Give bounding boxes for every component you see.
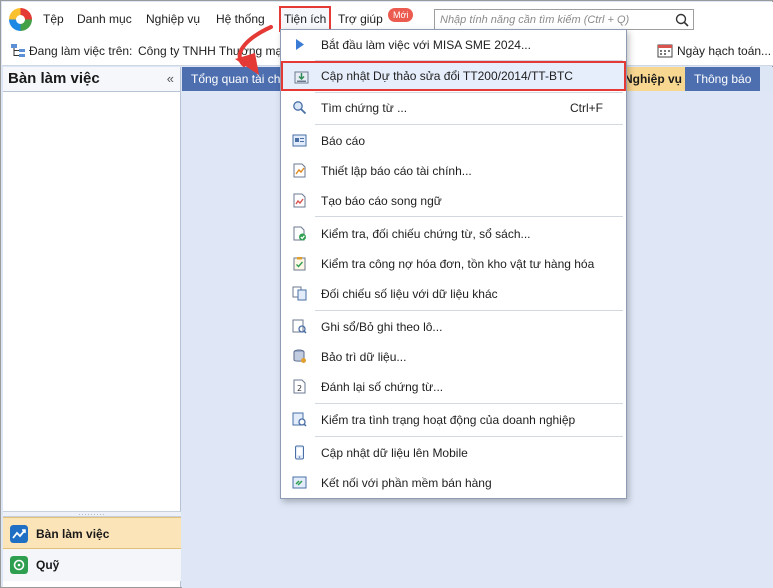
- calendar-icon: [657, 44, 673, 58]
- left-panel-header: Bàn làm việc «: [3, 67, 180, 92]
- feature-search-input[interactable]: [440, 10, 669, 29]
- menu-item-shortcut: Ctrl+F: [570, 101, 603, 115]
- connect-icon: [292, 476, 307, 489]
- org-tree-icon: [11, 44, 25, 57]
- menu-catalog[interactable]: Danh mục: [77, 2, 132, 36]
- menu-item-label: Kiểm tra tình trạng hoạt động của doanh …: [321, 413, 576, 427]
- menu-item-label: Tìm chứng từ ...: [321, 101, 408, 115]
- menu-item-check-reconcile[interactable]: Kiểm tra, đối chiếu chứng từ, sổ sách...: [281, 219, 626, 249]
- business-check-icon: [292, 412, 307, 427]
- misa-logo-icon: [9, 8, 32, 31]
- nav-item-cash[interactable]: Quỹ: [3, 549, 181, 581]
- feature-search-box: [434, 9, 694, 30]
- menu-item-business-status[interactable]: Kiểm tra tình trạng hoạt động của doanh …: [281, 405, 626, 435]
- menu-item-label: Kiểm tra, đối chiếu chứng từ, sổ sách...: [321, 227, 531, 241]
- menu-item-renumber-vouchers[interactable]: 2 Đánh lại số chứng từ...: [281, 372, 626, 402]
- batch-post-icon: [292, 319, 307, 334]
- menu-item-connect-sales-software[interactable]: Kết nối với phần mềm bán hàng: [281, 468, 626, 498]
- app-window: Tệp Danh mục Nghiệp vụ Hệ thống Tiện ích…: [0, 0, 773, 588]
- tab-operations[interactable]: Nghiệp vụ: [627, 67, 685, 91]
- menu-item-label: Bảo trì dữ liệu...: [321, 350, 407, 364]
- nav-item-label: Quỹ: [36, 558, 60, 572]
- menu-item-compare-data[interactable]: Đối chiếu số liệu với dữ liệu khác: [281, 279, 626, 309]
- menu-item-label: Cập nhật dữ liệu lên Mobile: [321, 446, 468, 460]
- collapse-panel-button[interactable]: «: [167, 71, 174, 86]
- report-settings-icon: [293, 163, 306, 178]
- menu-system[interactable]: Hệ thống: [216, 2, 265, 36]
- search-icon[interactable]: [675, 13, 689, 27]
- clipboard-check-icon: [293, 257, 306, 271]
- menu-item-label: Đối chiếu số liệu với dữ liệu khác: [321, 287, 498, 301]
- menu-item-label: Kết nối với phần mềm bán hàng: [321, 476, 492, 490]
- menu-file[interactable]: Tệp: [43, 2, 64, 36]
- menu-separator: [315, 124, 623, 125]
- safe-icon: [10, 556, 28, 574]
- menu-separator: [315, 403, 623, 404]
- menu-item-getting-started[interactable]: Bắt đầu làm việc với MISA SME 2024...: [281, 30, 626, 60]
- menu-item-label: Báo cáo: [321, 134, 366, 148]
- menu-item-label: Tạo báo cáo song ngữ: [321, 194, 442, 208]
- menu-item-mobile-sync[interactable]: Cập nhật dữ liệu lên Mobile: [281, 438, 626, 468]
- play-icon: [296, 39, 304, 50]
- database-icon: [293, 349, 306, 363]
- bilingual-report-icon: [293, 193, 306, 208]
- menu-item-update-circular-draft[interactable]: Cập nhật Dự thảo sửa đổi TT200/2014/TT-B…: [281, 61, 626, 91]
- posting-date-button[interactable]: Ngày hạch toán...: [677, 36, 771, 66]
- menu-item-reports[interactable]: Báo cáo: [281, 126, 626, 156]
- workspace-company[interactable]: Công ty TNHH Thương mại: [138, 36, 285, 66]
- magnifier-icon: [293, 101, 307, 115]
- nav-item-label: Bàn làm việc: [36, 527, 110, 541]
- menu-item-label: Ghi sổ/Bỏ ghi theo lô...: [321, 320, 443, 334]
- tab-notifications[interactable]: Thông báo: [685, 67, 761, 91]
- menu-separator: [315, 436, 623, 437]
- update-download-icon: [294, 71, 309, 84]
- menu-item-financial-report-setup[interactable]: Thiết lập báo cáo tài chính...: [281, 156, 626, 186]
- menu-item-batch-post[interactable]: Ghi sổ/Bỏ ghi theo lô...: [281, 312, 626, 342]
- menu-item-find-voucher[interactable]: Tìm chứng từ ... Ctrl+F: [281, 93, 626, 123]
- renumber-icon: 2: [293, 379, 306, 394]
- menu-separator: [315, 310, 623, 311]
- svg-text:2: 2: [297, 384, 302, 393]
- menu-separator: [315, 216, 623, 217]
- menu-item-bilingual-report[interactable]: Tạo báo cáo song ngữ: [281, 186, 626, 216]
- nav-item-desk[interactable]: Bàn làm việc: [3, 517, 181, 549]
- menu-operations[interactable]: Nghiệp vụ: [146, 2, 200, 36]
- menu-item-data-maintenance[interactable]: Bảo trì dữ liệu...: [281, 342, 626, 372]
- tab-financial-overview[interactable]: Tổng quan tài chính: [182, 67, 280, 91]
- menu-item-label: Đánh lại số chứng từ...: [321, 380, 444, 394]
- menu-item-label: Cập nhật Dự thảo sửa đổi TT200/2014/TT-B…: [321, 69, 573, 83]
- workspace-label: Đang làm việc trên:: [29, 44, 133, 58]
- trend-chart-icon: [10, 525, 28, 543]
- menu-item-label: Bắt đầu làm việc với MISA SME 2024...: [321, 38, 531, 52]
- left-panel: Bàn làm việc « ......... Bàn làm việc Qu…: [3, 67, 181, 587]
- menu-item-label: Kiểm tra công nợ hóa đơn, tồn kho vật tư…: [321, 257, 595, 271]
- menu-item-check-debt-inventory[interactable]: Kiểm tra công nợ hóa đơn, tồn kho vật tư…: [281, 249, 626, 279]
- report-icon: [292, 134, 307, 147]
- compare-documents-icon: [292, 286, 307, 301]
- left-panel-title: Bàn làm việc: [8, 70, 100, 87]
- new-badge: Mới: [388, 8, 414, 22]
- menu-item-label: Thiết lập báo cáo tài chính...: [321, 164, 472, 178]
- mobile-phone-icon: [295, 445, 304, 460]
- utilities-dropdown-menu: Bắt đầu làm việc với MISA SME 2024... Cậ…: [280, 29, 627, 499]
- document-check-icon: [293, 226, 306, 241]
